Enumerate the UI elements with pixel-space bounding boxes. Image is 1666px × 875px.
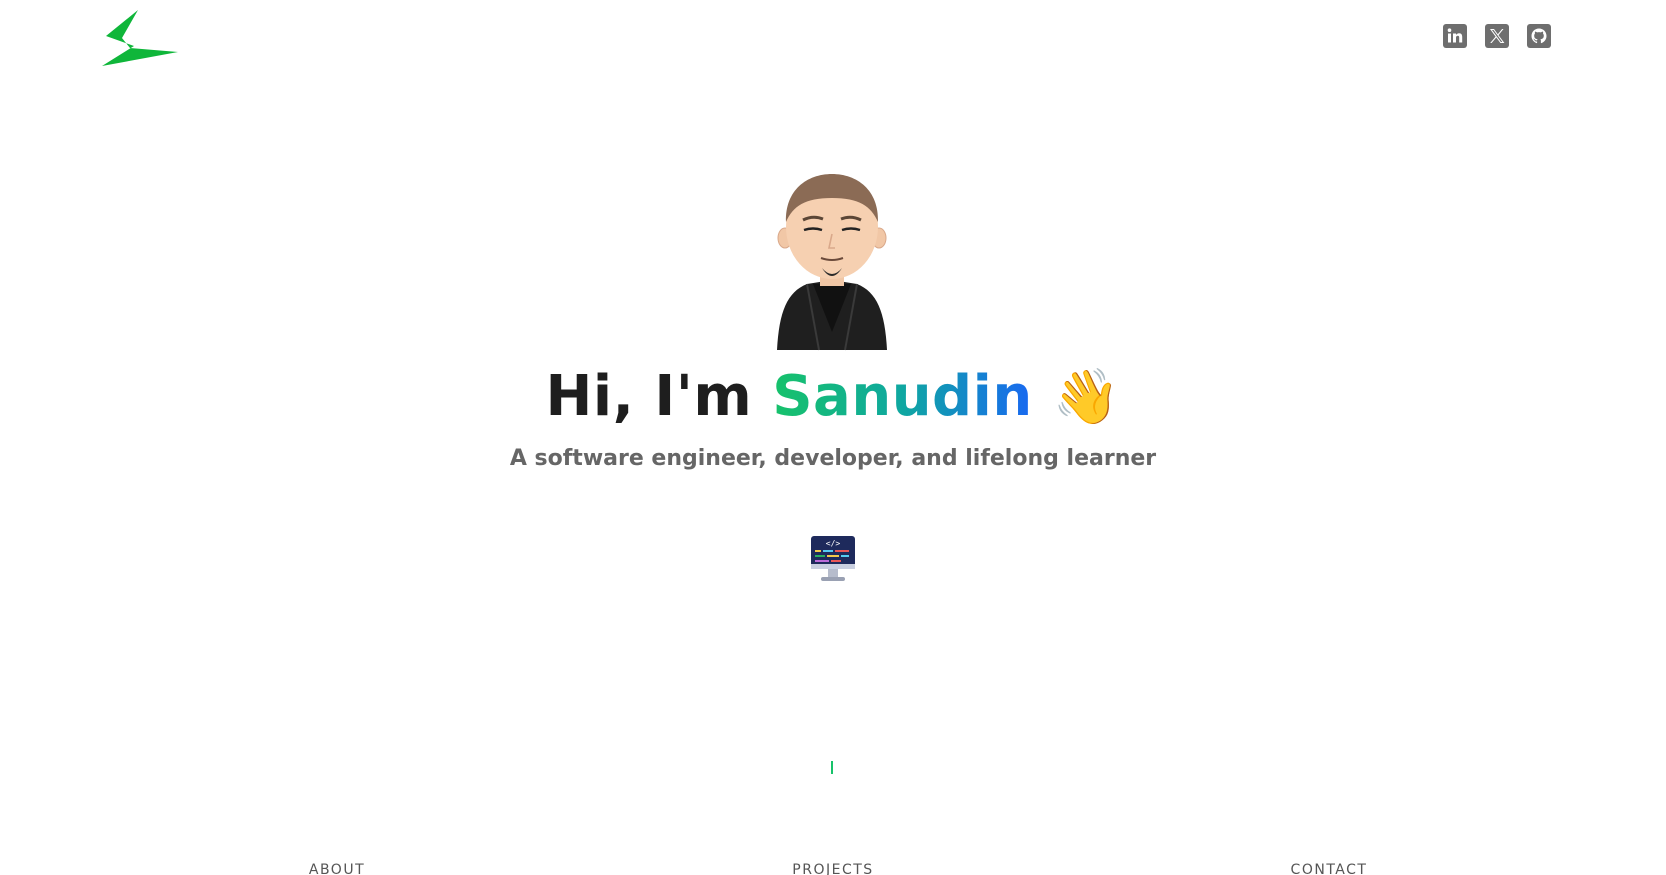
svg-text:</>: </> xyxy=(826,539,841,548)
nav-contact[interactable]: CONTACT xyxy=(1291,862,1368,875)
linkedin-icon[interactable] xyxy=(1443,24,1467,48)
nav-about[interactable]: ABOUT xyxy=(309,862,365,875)
bottom-nav: ABOUT PROJECTS CONTACT xyxy=(0,862,1666,875)
x-icon[interactable] xyxy=(1485,24,1509,48)
avatar xyxy=(777,174,887,351)
name-text: Sanudin xyxy=(772,364,1033,429)
social-links xyxy=(1443,24,1551,48)
scroll-indicator xyxy=(831,761,833,774)
nav-projects[interactable]: PROJECTS xyxy=(792,862,873,875)
hero-headline: Hi, I'm Sanudin 👋 xyxy=(0,362,1666,432)
hero-tagline: A software engineer, developer, and life… xyxy=(509,446,1157,471)
code-monitor-icon: </> xyxy=(811,536,855,581)
wave-emoji: 👋 xyxy=(1052,365,1121,428)
page: Hi, I'm Sanudin 👋 A software engineer, d… xyxy=(0,0,1666,875)
greeting-text: Hi, I'm xyxy=(545,364,773,429)
github-icon[interactable] xyxy=(1527,24,1551,48)
logo-icon[interactable] xyxy=(100,8,180,68)
